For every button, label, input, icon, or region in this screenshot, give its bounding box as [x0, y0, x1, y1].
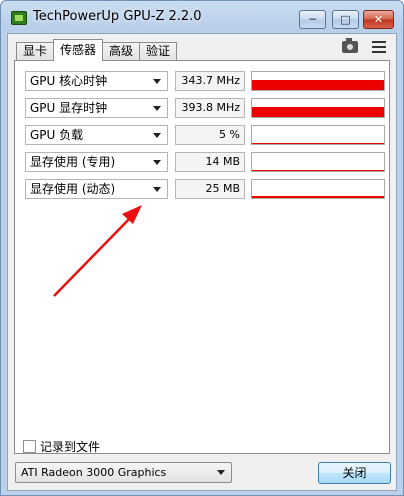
- gpu-select-value: ATI Radeon 3000 Graphics: [21, 466, 167, 479]
- client-area: 显卡 传感器 高级 验证 GPU 核心时钟 343.7 MHz GPU 显存时钟…: [7, 33, 397, 491]
- sensor-row: GPU 显存时钟 393.8 MHz: [25, 98, 385, 120]
- gpuz-window: TechPowerUp GPU-Z 2.2.0 ─ □ ✕ 显卡 传感器 高级 …: [0, 0, 404, 496]
- sensor-graph: [251, 179, 385, 199]
- sensor-value: 5 %: [175, 125, 245, 145]
- sensor-value: 393.8 MHz: [175, 98, 245, 118]
- graph-fill: [252, 196, 384, 198]
- log-to-file-label[interactable]: 记录到文件: [40, 438, 100, 455]
- sensor-select[interactable]: GPU 核心时钟: [25, 71, 168, 91]
- sensors-panel: GPU 核心时钟 343.7 MHz GPU 显存时钟 393.8 MHz GP…: [14, 60, 390, 454]
- sensor-row: GPU 负载 5 %: [25, 125, 385, 147]
- camera-icon[interactable]: [342, 38, 358, 53]
- chevron-down-icon: [153, 133, 161, 138]
- tab-validation[interactable]: 验证: [139, 42, 178, 61]
- sensor-graph: [251, 71, 385, 91]
- menu-icon[interactable]: [372, 41, 386, 53]
- chevron-down-icon: [153, 160, 161, 165]
- sensor-name: GPU 显存时钟: [30, 101, 108, 115]
- sensor-value: 25 MB: [175, 179, 245, 199]
- sensor-name: 显存使用 (动态): [30, 182, 116, 196]
- sensor-row: GPU 核心时钟 343.7 MHz: [25, 71, 385, 93]
- chevron-down-icon: [153, 106, 161, 111]
- close-button[interactable]: 关闭: [318, 462, 391, 484]
- sensor-value: 343.7 MHz: [175, 71, 245, 91]
- tab-graphics-card[interactable]: 显卡: [16, 42, 55, 61]
- window-title: TechPowerUp GPU-Z 2.2.0: [33, 9, 202, 24]
- sensor-graph: [251, 98, 385, 118]
- graph-fill: [252, 107, 384, 117]
- chevron-down-icon: [153, 79, 161, 84]
- tab-sensors[interactable]: 传感器: [53, 39, 104, 61]
- sensor-select[interactable]: GPU 负载: [25, 125, 168, 145]
- sensor-row: 显存使用 (专用) 14 MB: [25, 152, 385, 174]
- app-icon: [11, 11, 27, 25]
- maximize-button[interactable]: □: [332, 10, 359, 29]
- toolbar-icons: [342, 38, 386, 53]
- sensor-name: 显存使用 (专用): [30, 155, 116, 169]
- title-bar[interactable]: TechPowerUp GPU-Z 2.2.0 ─ □ ✕: [1, 1, 403, 33]
- log-to-file-row: 记录到文件: [23, 438, 100, 455]
- graph-fill: [252, 143, 384, 144]
- chevron-down-icon: [153, 187, 161, 192]
- minimize-button[interactable]: ─: [299, 10, 326, 29]
- sensor-name: GPU 负载: [30, 128, 84, 142]
- graph-fill: [252, 170, 384, 171]
- chevron-down-icon: [217, 470, 225, 475]
- sensor-value: 14 MB: [175, 152, 245, 172]
- sensor-name: GPU 核心时钟: [30, 74, 108, 88]
- sensor-select[interactable]: 显存使用 (专用): [25, 152, 168, 172]
- sensor-row: 显存使用 (动态) 25 MB: [25, 179, 385, 201]
- tab-advanced[interactable]: 高级: [102, 42, 141, 61]
- log-to-file-checkbox[interactable]: [23, 440, 36, 453]
- sensor-select[interactable]: GPU 显存时钟: [25, 98, 168, 118]
- graph-fill: [252, 80, 384, 90]
- tab-bar: 显卡 传感器 高级 验证: [16, 39, 178, 61]
- gpu-select[interactable]: ATI Radeon 3000 Graphics: [15, 462, 232, 483]
- sensor-select[interactable]: 显存使用 (动态): [25, 179, 168, 199]
- close-window-button[interactable]: ✕: [363, 10, 394, 29]
- sensor-graph: [251, 152, 385, 172]
- sensor-graph: [251, 125, 385, 145]
